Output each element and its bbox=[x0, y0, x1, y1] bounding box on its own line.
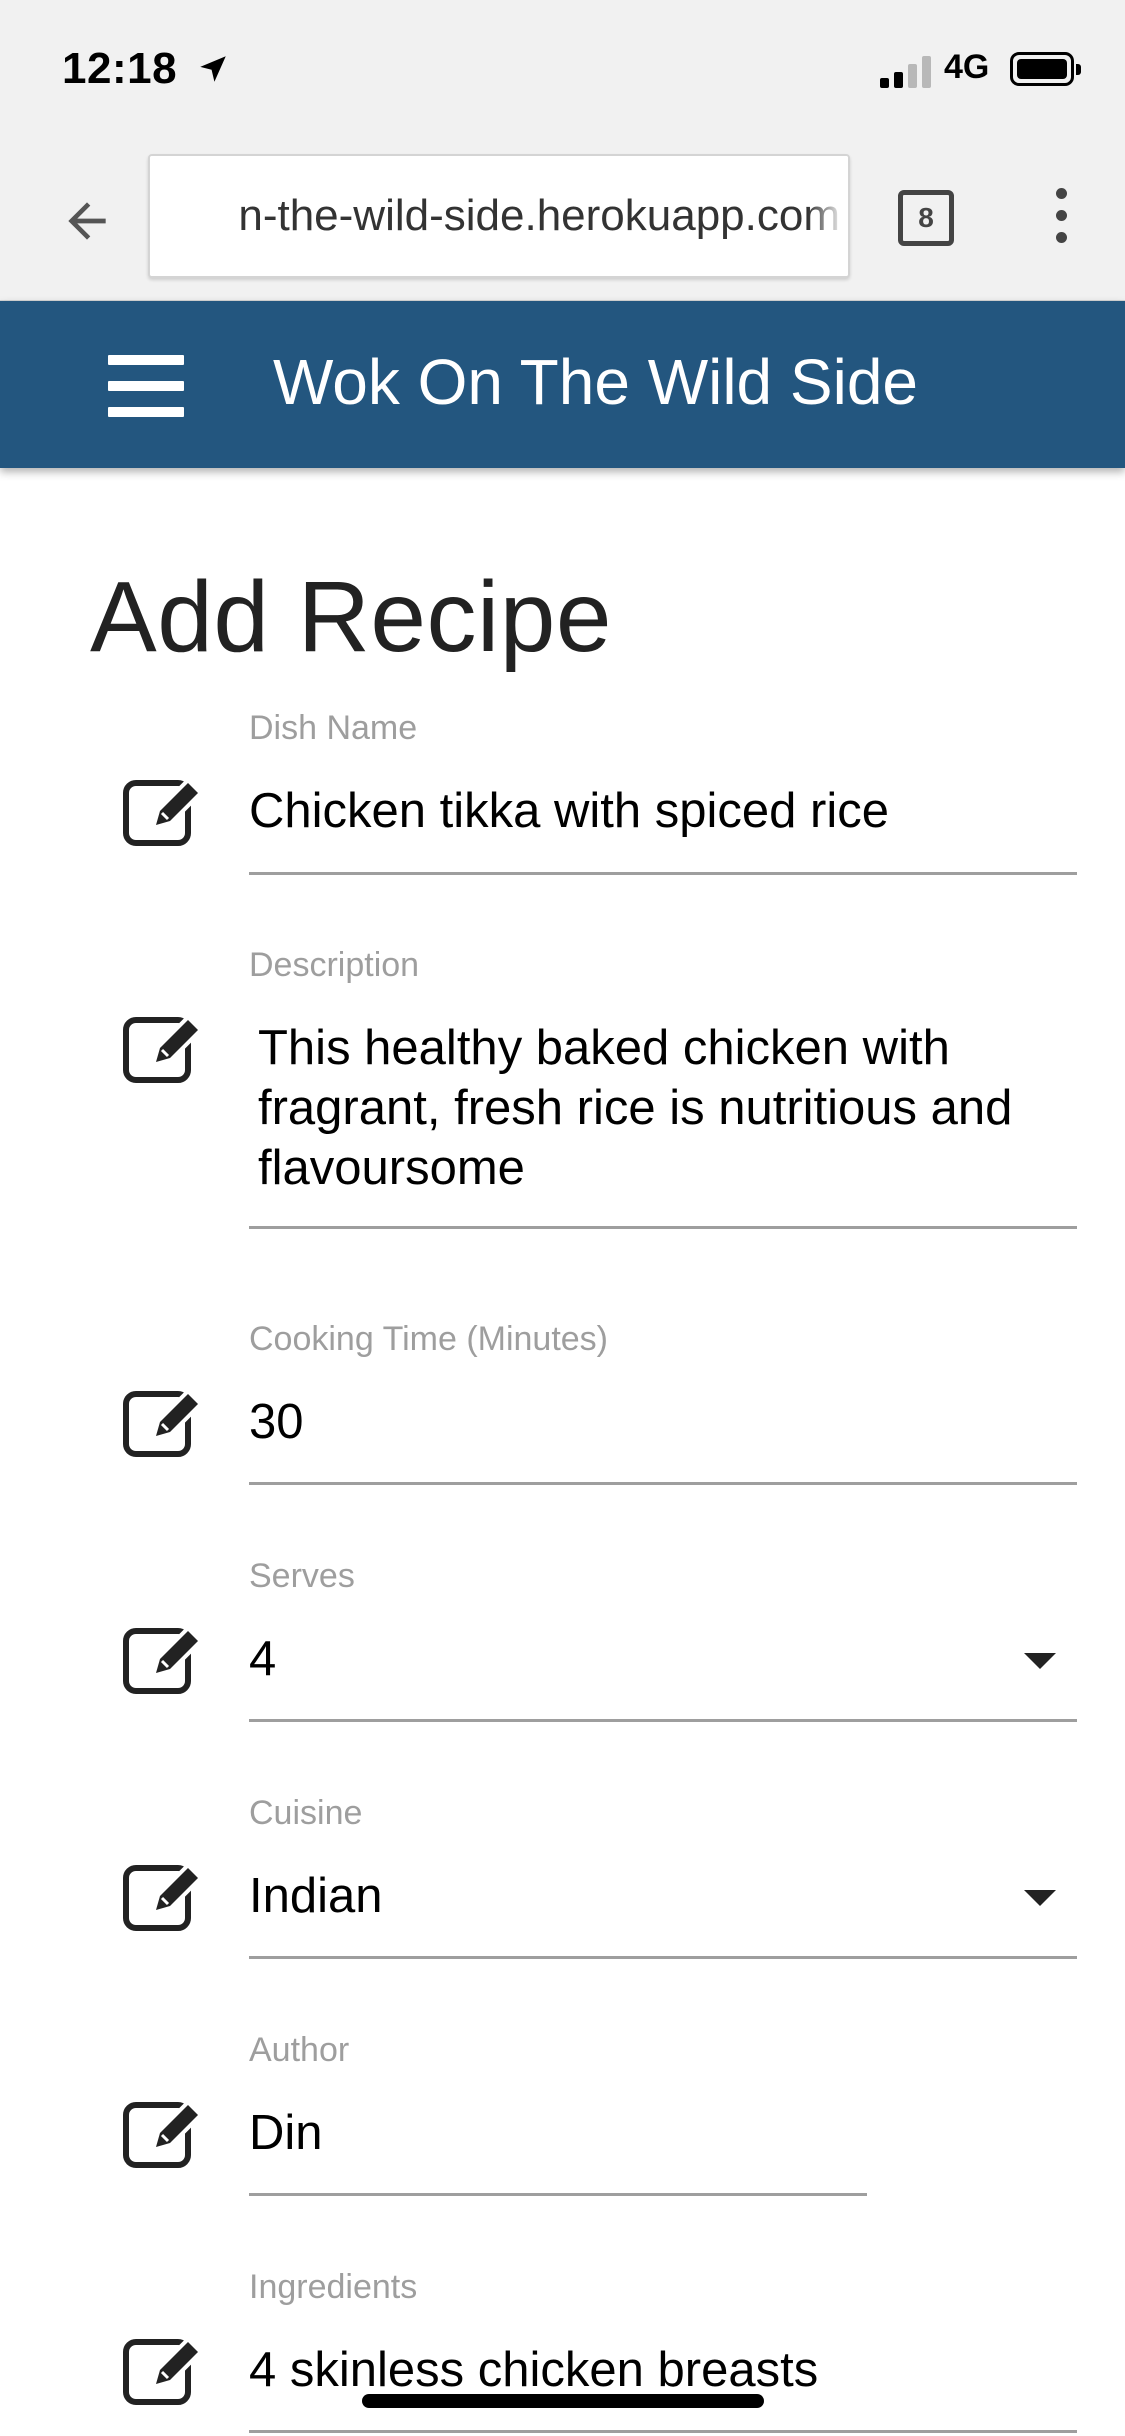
cuisine-select[interactable]: Indian bbox=[249, 1868, 383, 1924]
browser-toolbar: n-the-wild-side.herokuapp.com 8 bbox=[0, 140, 1125, 301]
network-type: 4G bbox=[944, 48, 990, 86]
cuisine-label: Cuisine bbox=[249, 1794, 363, 1832]
app-title[interactable]: Wok On The Wild Side bbox=[273, 345, 918, 419]
author-underline bbox=[249, 2193, 867, 2196]
battery-icon bbox=[1010, 52, 1081, 86]
cuisine-underline bbox=[249, 1956, 1077, 1959]
caret-down-icon[interactable] bbox=[1024, 1890, 1056, 1906]
caret-down-icon[interactable] bbox=[1024, 1653, 1056, 1669]
edit-icon bbox=[123, 1012, 206, 1083]
home-indicator[interactable] bbox=[362, 2394, 764, 2408]
edit-icon bbox=[123, 1860, 206, 1931]
cooking-time-underline bbox=[249, 1482, 1077, 1485]
hamburger-menu-icon[interactable] bbox=[108, 355, 184, 417]
dish-name-label: Dish Name bbox=[249, 709, 418, 747]
status-time: 12:18 bbox=[62, 44, 178, 93]
edit-icon bbox=[123, 1386, 206, 1457]
arrow-left-icon bbox=[68, 202, 106, 240]
location-arrow-icon bbox=[200, 56, 226, 82]
cooking-time-input[interactable]: 30 bbox=[249, 1394, 304, 1450]
dish-name-input[interactable]: Chicken tikka with spiced rice bbox=[249, 783, 889, 839]
ingredients-label: Ingredients bbox=[249, 2268, 418, 2306]
status-bar: 12:18 4G bbox=[0, 0, 1125, 140]
more-vert-icon[interactable] bbox=[1040, 188, 1080, 248]
serves-underline bbox=[249, 1719, 1077, 1722]
ingredients-underline bbox=[249, 2430, 1077, 2433]
page-title: Add Recipe bbox=[90, 561, 612, 673]
signal-strength-icon bbox=[880, 54, 936, 88]
author-input[interactable]: Din bbox=[249, 2105, 323, 2161]
address-bar[interactable]: n-the-wild-side.herokuapp.com bbox=[148, 154, 850, 278]
url-text: n-the-wild-side.herokuapp.com bbox=[238, 191, 840, 240]
app-navbar: Wok On The Wild Side bbox=[0, 301, 1125, 468]
back-button[interactable] bbox=[50, 184, 124, 258]
edit-icon bbox=[123, 775, 206, 846]
serves-select[interactable]: 4 bbox=[249, 1631, 276, 1687]
author-label: Author bbox=[249, 2031, 350, 2069]
edit-icon bbox=[123, 2097, 206, 2168]
dish-name-underline bbox=[249, 872, 1077, 875]
description-underline bbox=[249, 1226, 1077, 1229]
edit-icon bbox=[123, 1623, 206, 1694]
description-label: Description bbox=[249, 946, 420, 984]
edit-icon bbox=[123, 2334, 206, 2405]
serves-label: Serves bbox=[249, 1557, 355, 1595]
tab-switcher-button[interactable]: 8 bbox=[898, 190, 954, 246]
cooking-time-label: Cooking Time (Minutes) bbox=[249, 1320, 609, 1358]
ingredients-input[interactable]: 4 skinless chicken breasts bbox=[249, 2342, 818, 2398]
description-textarea[interactable]: This healthy baked chicken with fragrant… bbox=[258, 1018, 1088, 1198]
